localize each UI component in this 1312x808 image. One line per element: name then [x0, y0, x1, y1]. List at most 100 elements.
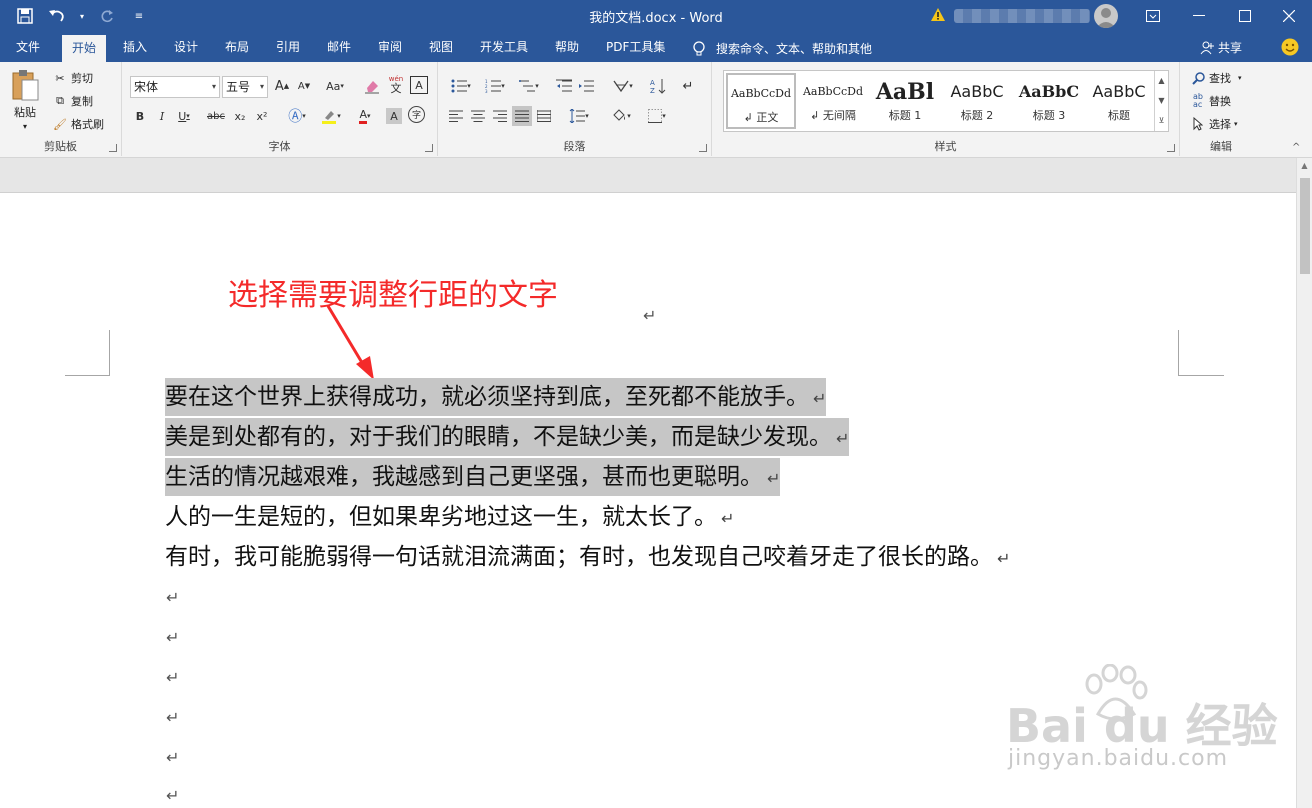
scroll-thumb[interactable]	[1300, 178, 1310, 274]
show-hide-marks-button[interactable]: ↵	[678, 76, 698, 96]
decrease-indent-button[interactable]	[554, 76, 574, 96]
select-button[interactable]: 选择 ▾	[1190, 116, 1238, 132]
cut-button[interactable]: ✂ 剪切	[52, 70, 93, 86]
search-icon	[1190, 70, 1206, 86]
gallery-down-icon[interactable]: ▼	[1155, 91, 1168, 111]
strikethrough-button[interactable]: abc	[206, 106, 226, 126]
smiley-feedback-icon[interactable]	[1281, 38, 1299, 56]
tab-references[interactable]: 引用	[266, 32, 310, 62]
paste-button[interactable]: 粘贴 ▾	[10, 68, 40, 131]
font-size-combo[interactable]: 五号 ▾	[222, 76, 268, 98]
tab-view[interactable]: 视图	[419, 32, 463, 62]
clipboard-launcher-icon[interactable]	[109, 144, 117, 152]
char-shading-icon: A	[390, 109, 398, 123]
tab-mailings[interactable]: 邮件	[317, 32, 361, 62]
clear-formatting-button[interactable]	[362, 76, 382, 96]
tab-insert[interactable]: 插入	[113, 32, 157, 62]
style-normal[interactable]: AaBbCcDd ↲ 正文	[726, 73, 796, 129]
format-painter-button[interactable]: 🖌 格式刷	[52, 116, 104, 132]
tab-help[interactable]: 帮助	[545, 32, 589, 62]
italic-button[interactable]: I	[152, 106, 172, 126]
tab-file[interactable]: 文件	[6, 32, 50, 62]
font-launcher-icon[interactable]	[425, 144, 433, 152]
increase-indent-button[interactable]	[576, 76, 596, 96]
maximize-icon[interactable]	[1222, 0, 1268, 32]
vertical-scrollbar[interactable]: ▲	[1296, 158, 1312, 808]
font-color-button[interactable]: A ▾	[350, 106, 380, 126]
text-line[interactable]: 要在这个世界上获得成功，就必须坚持到底，至死都不能放手。 ↵	[165, 378, 827, 416]
change-case-button[interactable]: Aa ▾	[320, 76, 350, 96]
text-line[interactable]: 生活的情况越艰难，我越感到自己更坚强，甚而也更聪明。 ↵	[165, 458, 781, 496]
font-name-combo[interactable]: 宋体 ▾	[130, 76, 220, 98]
enclose-char-button[interactable]: 字	[408, 106, 425, 123]
line-text: 美是到处都有的，对于我们的眼睛，不是缺少美，而是缺少发现。	[165, 424, 832, 450]
text-line[interactable]: 人的一生是短的，但如果卑劣地过这一生，就太长了。 ↵	[165, 498, 734, 536]
distributed-button[interactable]	[534, 106, 554, 126]
tell-me-search[interactable]: 搜索命令、文本、帮助和其他	[692, 40, 872, 57]
close-icon[interactable]	[1266, 0, 1312, 32]
line-spacing-icon	[569, 109, 586, 123]
sort-button[interactable]: AZ	[648, 76, 668, 96]
style-name: 标题	[1108, 109, 1130, 122]
text-effects-icon: Ⓐ	[288, 109, 303, 125]
line-spacing-button[interactable]: ▾	[564, 106, 594, 126]
underline-button[interactable]: U ▾	[174, 106, 194, 126]
justify-button[interactable]	[512, 106, 532, 126]
align-left-button[interactable]	[446, 106, 466, 126]
multilevel-list-icon	[519, 80, 536, 92]
tab-review[interactable]: 审阅	[368, 32, 412, 62]
phonetic-guide-button[interactable]: wén 文	[386, 74, 406, 94]
scroll-up-icon[interactable]: ▲	[1297, 158, 1312, 174]
tab-pdf-tools[interactable]: PDF工具集	[596, 32, 675, 62]
char-border-button[interactable]: A	[410, 76, 428, 94]
style-heading-1[interactable]: AaBl 标题 1	[870, 73, 940, 129]
text-line[interactable]: 有时，我可能脆弱得一句话就泪流满面；有时，也发现自己咬着牙走了很长的路。 ↵	[165, 538, 1010, 576]
tab-design[interactable]: 设计	[164, 32, 208, 62]
style-title[interactable]: AaBbC 标题	[1084, 73, 1154, 129]
styles-launcher-icon[interactable]	[1167, 144, 1175, 152]
char-shading-button[interactable]: A	[386, 108, 402, 124]
grow-font-button[interactable]: A ▲	[272, 76, 292, 96]
user-name-blurred[interactable]	[954, 9, 1090, 23]
paragraph-launcher-icon[interactable]	[699, 144, 707, 152]
highlighter-icon	[322, 111, 337, 124]
minimize-icon[interactable]	[1176, 0, 1222, 32]
find-button[interactable]: 查找 ▾	[1190, 70, 1242, 86]
gallery-more-icon[interactable]: ⊻	[1155, 111, 1168, 131]
text-effects-button[interactable]: Ⓐ ▾	[282, 106, 312, 126]
gallery-up-icon[interactable]: ▲	[1155, 71, 1168, 91]
highlight-button[interactable]: ▾	[316, 106, 346, 126]
numbering-button[interactable]: 1 2 3 ▾	[480, 76, 510, 96]
chinese-layout-button[interactable]: ▾	[608, 76, 638, 96]
justify-icon	[515, 110, 529, 122]
bullets-button[interactable]: ▾	[446, 76, 476, 96]
styles-gallery-scroll: ▲ ▼ ⊻	[1154, 71, 1168, 131]
style-no-spacing[interactable]: AaBbCcDd ↲ 无间隔	[798, 73, 868, 129]
avatar[interactable]	[1094, 4, 1118, 28]
style-heading-3[interactable]: AaBbC 标题 3	[1014, 73, 1084, 129]
align-center-button[interactable]	[468, 106, 488, 126]
tab-layout[interactable]: 布局	[215, 32, 259, 62]
tab-home[interactable]: 开始	[62, 35, 107, 62]
superscript-button[interactable]: x²	[252, 106, 272, 126]
svg-text:3: 3	[485, 89, 488, 93]
align-right-button[interactable]	[490, 106, 510, 126]
style-heading-2[interactable]: AaBbC 标题 2	[942, 73, 1012, 129]
bold-button[interactable]: B	[130, 106, 150, 126]
borders-button[interactable]: ▾	[642, 106, 672, 126]
multilevel-list-button[interactable]: ▾	[514, 76, 544, 96]
replace-button[interactable]: ab ac 替换	[1190, 93, 1231, 109]
scissors-icon: ✂	[55, 71, 65, 85]
share-button[interactable]: 共享	[1200, 39, 1242, 56]
text-line[interactable]: 美是到处都有的，对于我们的眼睛，不是缺少美，而是缺少发现。 ↵	[165, 418, 850, 456]
tab-developer[interactable]: 开发工具	[470, 32, 538, 62]
subscript-button[interactable]: x₂	[230, 106, 250, 126]
collapse-ribbon-icon[interactable]: ^	[1292, 142, 1300, 153]
ribbon-display-options-icon[interactable]	[1130, 0, 1176, 32]
shading-button[interactable]: ▾	[606, 106, 636, 126]
copy-button[interactable]: ⧉ 复制	[52, 93, 93, 109]
paste-dropdown-icon[interactable]: ▾	[23, 122, 27, 131]
warning-icon[interactable]	[930, 7, 946, 23]
shrink-font-button[interactable]: A ▼	[294, 76, 314, 96]
paste-icon	[12, 70, 39, 101]
